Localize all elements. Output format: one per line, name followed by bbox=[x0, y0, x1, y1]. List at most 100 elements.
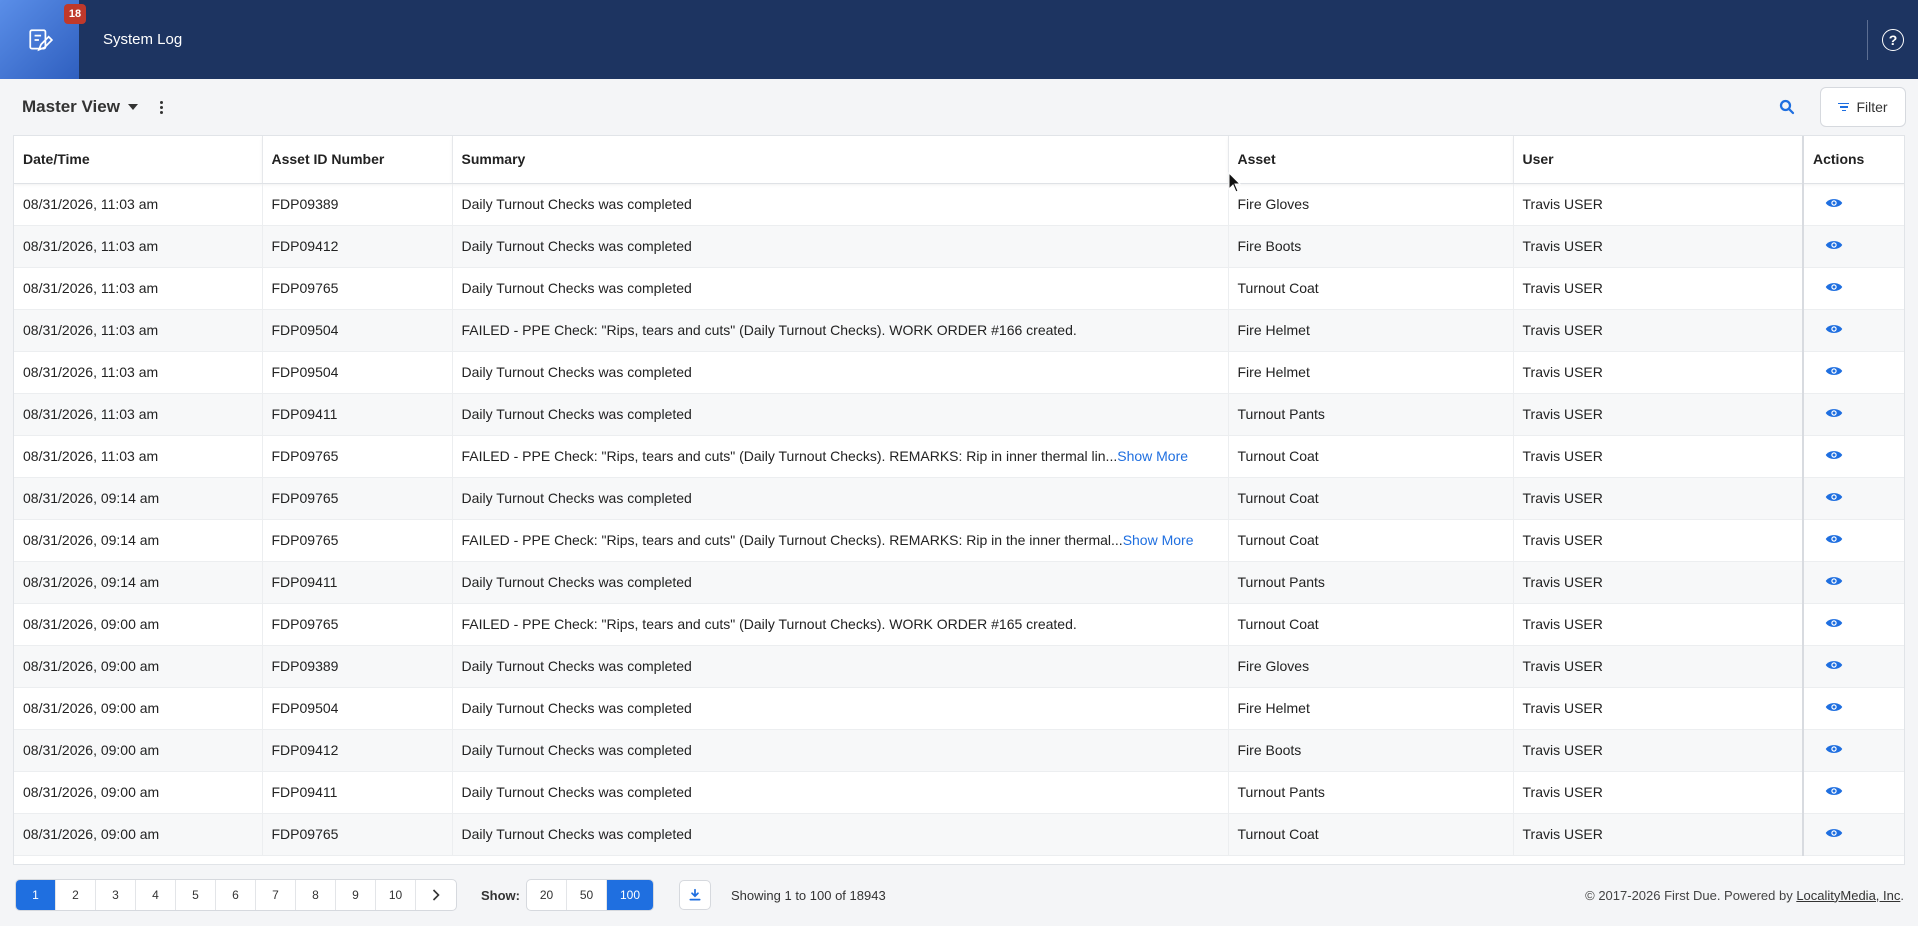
help-icon[interactable]: ? bbox=[1882, 28, 1904, 51]
cell-user: Travis USER bbox=[1513, 561, 1804, 604]
column-header-user[interactable]: User bbox=[1513, 136, 1804, 184]
cell-datetime: 08/31/2026, 09:00 am bbox=[14, 771, 263, 814]
cell-summary: Daily Turnout Checks was completed bbox=[452, 267, 1229, 310]
cell-asset-id: FDP09411 bbox=[262, 771, 453, 814]
eye-icon[interactable] bbox=[1825, 365, 1843, 377]
eye-icon[interactable] bbox=[1825, 491, 1843, 503]
eye-icon[interactable] bbox=[1825, 407, 1843, 419]
cell-asset: Fire Boots bbox=[1228, 729, 1514, 772]
column-header-asset[interactable]: Asset bbox=[1228, 136, 1514, 184]
cell-user: Travis USER bbox=[1513, 267, 1804, 310]
column-header-datetime[interactable]: Date/Time bbox=[14, 136, 263, 184]
eye-icon[interactable] bbox=[1825, 827, 1843, 839]
cell-user: Travis USER bbox=[1513, 309, 1804, 352]
cell-asset: Fire Boots bbox=[1228, 225, 1514, 268]
copyright-text: © 2017-2026 First Due. Powered by Locali… bbox=[1585, 888, 1904, 903]
summary-text: Daily Turnout Checks was completed bbox=[461, 574, 692, 590]
page-button[interactable]: 2 bbox=[56, 880, 96, 910]
show-label: Show: bbox=[481, 887, 520, 903]
mouse-cursor-icon bbox=[1228, 172, 1242, 193]
cell-asset: Turnout Pants bbox=[1228, 771, 1514, 814]
table-row: 08/31/2026, 09:00 am FDP09504 Daily Turnou… bbox=[14, 687, 1904, 730]
cell-datetime: 08/31/2026, 11:03 am bbox=[14, 309, 263, 352]
cell-actions bbox=[1802, 225, 1904, 268]
summary-text: FAILED - PPE Check: "Rips, tears and cut… bbox=[461, 616, 1077, 632]
cell-user: Travis USER bbox=[1513, 645, 1804, 688]
table-row: 08/31/2026, 11:03 am FDP09412 Daily Turnou… bbox=[14, 225, 1904, 268]
pagination: 1 2 3 4 5 6 7 8 9 10 bbox=[15, 879, 457, 911]
notification-badge[interactable]: 18 bbox=[64, 4, 86, 24]
page-button[interactable]: 6 bbox=[216, 880, 256, 910]
page-button[interactable]: 9 bbox=[336, 880, 376, 910]
page-button[interactable]: 7 bbox=[256, 880, 296, 910]
cell-datetime: 08/31/2026, 11:03 am bbox=[14, 267, 263, 310]
cell-summary: FAILED - PPE Check: "Rips, tears and cut… bbox=[452, 603, 1229, 646]
cell-asset: Turnout Pants bbox=[1228, 393, 1514, 436]
eye-icon[interactable] bbox=[1825, 449, 1843, 461]
summary-text: Daily Turnout Checks was completed bbox=[461, 238, 692, 254]
cell-summary: FAILED - PPE Check: "Rips, tears and cut… bbox=[452, 435, 1229, 478]
table-row: 08/31/2026, 09:14 am FDP09765 Daily Turnou… bbox=[14, 477, 1904, 520]
filter-button[interactable]: Filter bbox=[1820, 87, 1906, 127]
page-button[interactable]: 8 bbox=[296, 880, 336, 910]
localitymedia-link[interactable]: LocalityMedia, Inc bbox=[1796, 888, 1900, 903]
page-size-selector: 20 50 100 bbox=[526, 879, 654, 911]
page-size-option[interactable]: 50 bbox=[567, 880, 607, 910]
cell-asset-id: FDP09765 bbox=[262, 813, 453, 856]
cell-summary: Daily Turnout Checks was completed bbox=[452, 561, 1229, 604]
page-size-option[interactable]: 100 bbox=[607, 880, 653, 910]
cell-asset-id: FDP09411 bbox=[262, 393, 453, 436]
eye-icon[interactable] bbox=[1825, 323, 1843, 335]
next-page-button[interactable] bbox=[416, 880, 456, 910]
table-row: 08/31/2026, 09:00 am FDP09389 Daily Turnou… bbox=[14, 645, 1904, 688]
cell-actions bbox=[1802, 351, 1904, 394]
cell-summary: Daily Turnout Checks was completed bbox=[452, 687, 1229, 730]
table-row: 08/31/2026, 11:03 am FDP09765 Daily Turnou… bbox=[14, 267, 1904, 310]
cell-user: Travis USER bbox=[1513, 435, 1804, 478]
cell-asset: Turnout Coat bbox=[1228, 435, 1514, 478]
view-name-label: Master View bbox=[22, 97, 120, 116]
eye-icon[interactable] bbox=[1825, 617, 1843, 629]
eye-icon[interactable] bbox=[1825, 701, 1843, 713]
view-selector[interactable]: Master View bbox=[22, 97, 138, 117]
eye-icon[interactable] bbox=[1825, 239, 1843, 251]
summary-text: FAILED - PPE Check: "Rips, tears and cut… bbox=[461, 448, 1118, 464]
eye-icon[interactable] bbox=[1825, 575, 1843, 587]
eye-icon[interactable] bbox=[1825, 281, 1843, 293]
page-button[interactable]: 5 bbox=[176, 880, 216, 910]
summary-text: Daily Turnout Checks was completed bbox=[461, 406, 692, 422]
cell-summary: FAILED - PPE Check: "Rips, tears and cut… bbox=[452, 309, 1229, 352]
page-button[interactable]: 10 bbox=[376, 880, 416, 910]
column-header-summary[interactable]: Summary bbox=[452, 136, 1229, 184]
show-more-link[interactable]: Show More bbox=[1123, 532, 1194, 548]
eye-icon[interactable] bbox=[1825, 785, 1843, 797]
cell-asset-id: FDP09765 bbox=[262, 435, 453, 478]
column-header-asset-id[interactable]: Asset ID Number bbox=[262, 136, 453, 184]
table-header-row: Date/Time Asset ID Number Summary Asset … bbox=[14, 136, 1904, 184]
cell-asset: Fire Helmet bbox=[1228, 687, 1514, 730]
column-header-actions: Actions bbox=[1802, 136, 1904, 184]
cell-summary: Daily Turnout Checks was completed bbox=[452, 729, 1229, 772]
table-row: 08/31/2026, 11:03 am FDP09389 Daily Turnou… bbox=[14, 183, 1904, 226]
app-logo-button[interactable]: 18 bbox=[0, 0, 86, 79]
eye-icon[interactable] bbox=[1825, 197, 1843, 209]
search-icon[interactable] bbox=[1778, 98, 1796, 116]
download-button[interactable] bbox=[679, 880, 711, 910]
page-button[interactable]: 3 bbox=[96, 880, 136, 910]
eye-icon[interactable] bbox=[1825, 659, 1843, 671]
show-more-link[interactable]: Show More bbox=[1117, 448, 1188, 464]
summary-text: Daily Turnout Checks was completed bbox=[461, 784, 692, 800]
page-size-option[interactable]: 20 bbox=[527, 880, 567, 910]
page-button[interactable]: 1 bbox=[16, 880, 56, 910]
cell-actions bbox=[1802, 645, 1904, 688]
eye-icon[interactable] bbox=[1825, 743, 1843, 755]
summary-text: Daily Turnout Checks was completed bbox=[461, 280, 692, 296]
cell-asset-id: FDP09504 bbox=[262, 687, 453, 730]
cell-user: Travis USER bbox=[1513, 477, 1804, 520]
page-title: System Log bbox=[103, 31, 183, 48]
cell-asset: Turnout Coat bbox=[1228, 813, 1514, 856]
more-options-icon[interactable] bbox=[159, 100, 163, 114]
cell-actions bbox=[1802, 687, 1904, 730]
page-button[interactable]: 4 bbox=[136, 880, 176, 910]
eye-icon[interactable] bbox=[1825, 533, 1843, 545]
